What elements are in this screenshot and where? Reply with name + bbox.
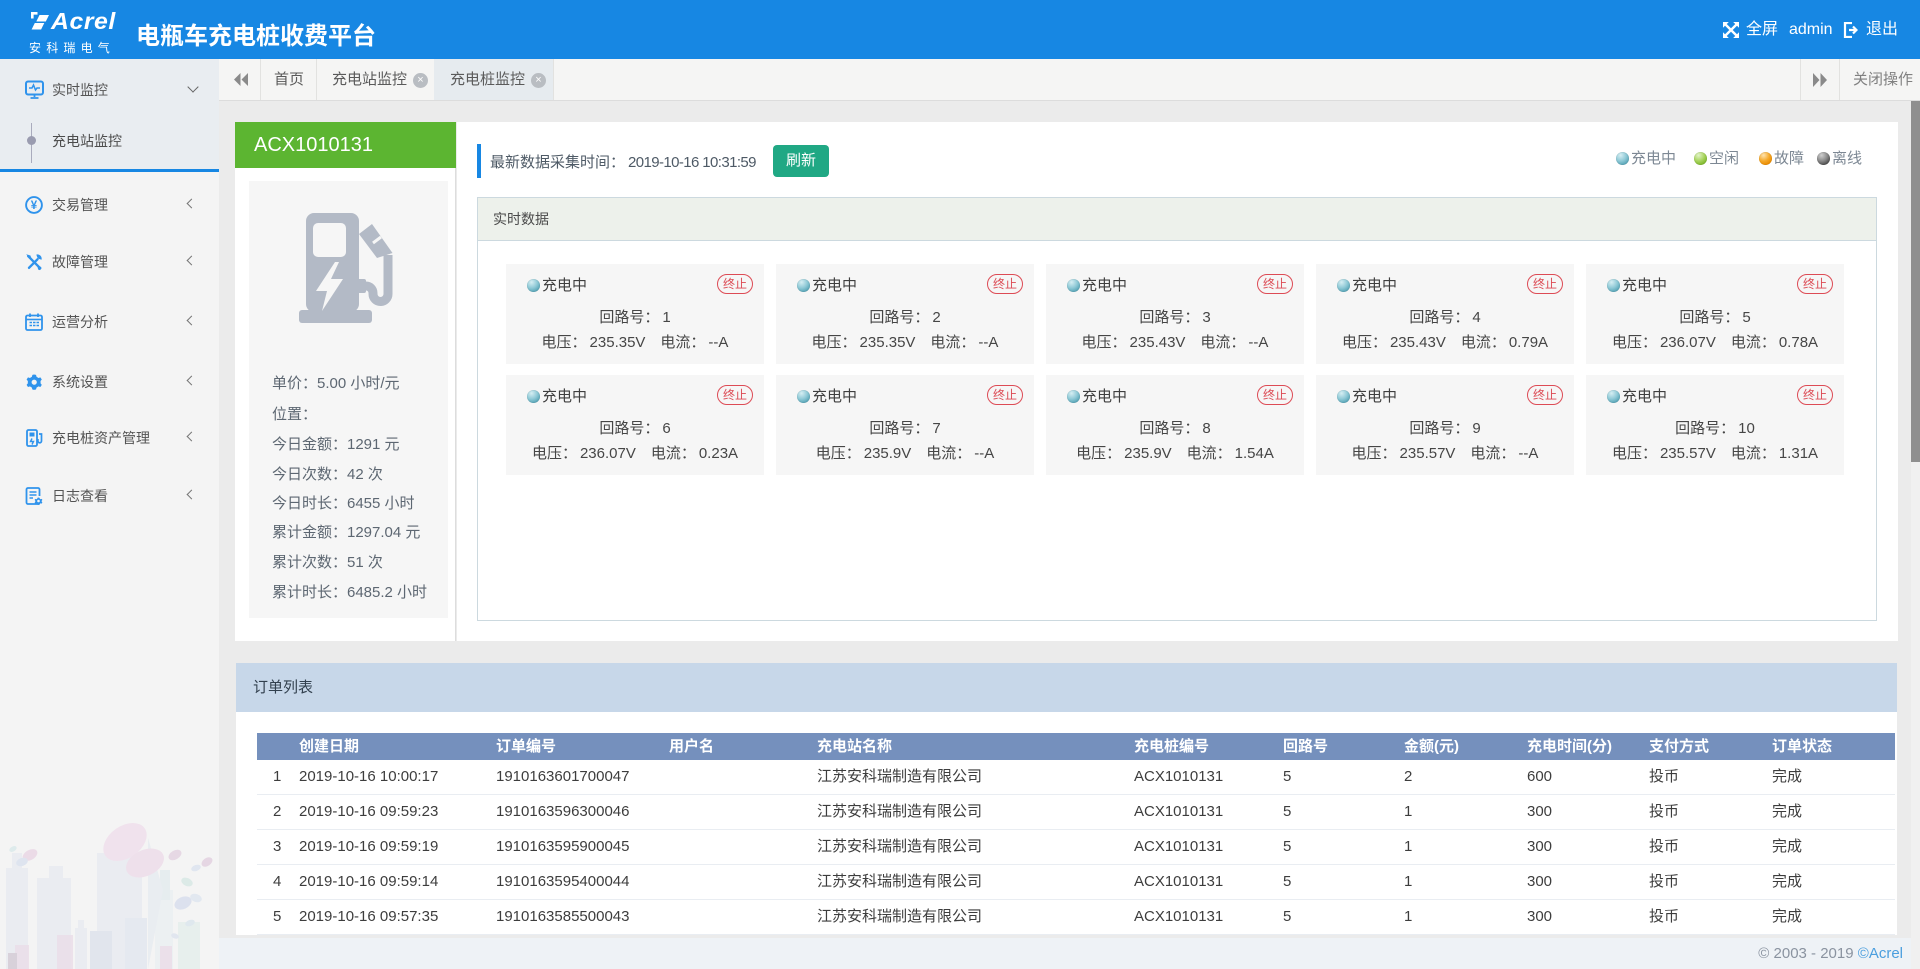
svg-text:¥: ¥ bbox=[31, 200, 38, 212]
